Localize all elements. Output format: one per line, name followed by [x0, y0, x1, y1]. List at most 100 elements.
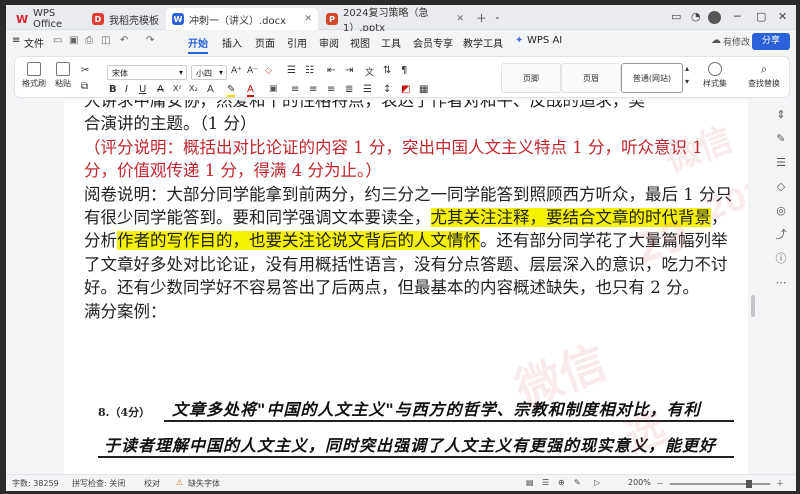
align-right-icon[interactable]: ≡	[327, 84, 335, 95]
print-icon[interactable]: ⎙	[85, 35, 93, 46]
justify-icon[interactable]: ≣	[345, 84, 353, 95]
menu-wps-ai[interactable]: WPS AI	[527, 35, 562, 46]
tab-pptx[interactable]: P 2024复习策略（急1）.pptx ✕	[320, 8, 470, 34]
redo-icon[interactable]: ↷	[146, 35, 154, 46]
tab-docer[interactable]: D 我稻壳模板	[86, 8, 174, 30]
menu-teaching-tools[interactable]: 教学工具	[463, 35, 503, 50]
scrollbar-thumb[interactable]	[751, 295, 755, 317]
italic-icon[interactable]: I	[125, 84, 128, 95]
view-outline-icon[interactable]: ☰	[542, 478, 549, 487]
char-border-icon[interactable]: ▣	[269, 84, 278, 94]
tab-wps-office[interactable]: W WPS Office	[10, 8, 72, 30]
style-header[interactable]: 页眉	[561, 63, 621, 93]
format-painter-button[interactable]: 格式刷	[21, 62, 47, 89]
maximize-icon[interactable]: ▢	[756, 10, 766, 23]
strikethrough-icon[interactable]: A	[157, 84, 164, 95]
font-family-select[interactable]: 宋体 ▾	[107, 65, 187, 80]
menu-insert[interactable]: 插入	[222, 35, 242, 50]
menu-file[interactable]: 文件	[24, 35, 44, 50]
style-scroll-up-icon[interactable]: ▴	[685, 64, 689, 73]
document-body[interactable]: 大讲求中庸安协，然爱和干的性格特点，表达了作者对和平、反战的追求，契 合演讲的主题…	[84, 100, 734, 323]
sidebar-pen-icon[interactable]: ✎	[774, 132, 788, 146]
missing-font-button[interactable]: 缺失字体	[188, 478, 220, 489]
menu-tools[interactable]: 工具	[381, 35, 401, 50]
underline-icon[interactable]: U	[139, 84, 146, 95]
sidebar-share-icon[interactable]: ⤴	[774, 228, 788, 242]
show-marks-icon[interactable]: ¶	[401, 65, 407, 76]
close-window-icon[interactable]: ✕	[778, 10, 787, 23]
shrink-font-icon[interactable]: A⁻	[247, 66, 258, 76]
zoom-slider[interactable]	[670, 483, 770, 485]
minimize-icon[interactable]: ─	[734, 10, 741, 23]
indent-decrease-icon[interactable]: ⇤	[327, 65, 335, 76]
close-icon[interactable]: ✕	[304, 14, 312, 24]
paste-button[interactable]: 粘贴	[51, 62, 75, 89]
zoom-level[interactable]: 200%	[628, 478, 651, 487]
chevron-down-icon[interactable]: ⌄	[494, 12, 501, 21]
proofread-button[interactable]: 校对	[144, 478, 160, 489]
document-page[interactable]: 大讲求中庸安协，然爱和干的性格特点，表达了作者对和平、反战的追求，契 合演讲的主题…	[64, 100, 748, 474]
zoom-in-icon[interactable]: ＋	[776, 478, 784, 489]
find-replace-button[interactable]: ⌕ 查找替换	[743, 62, 785, 89]
numbering-icon[interactable]: ☷	[305, 65, 314, 76]
style-scroll-down-icon[interactable]: ▾	[685, 77, 689, 86]
indent-increase-icon[interactable]: ⇥	[345, 65, 353, 76]
avatar[interactable]	[708, 11, 721, 24]
font-size-select[interactable]: 小四 ▾	[191, 65, 227, 80]
tab-active-docx[interactable]: W 冲刺一（讲义）.docx ✕	[166, 8, 318, 30]
view-web-icon[interactable]: ⊕	[558, 478, 565, 487]
bullets-icon[interactable]: ☰	[287, 65, 296, 76]
word-count[interactable]: 字数: 38259	[12, 478, 59, 489]
clear-format-icon[interactable]: ◇	[265, 66, 272, 76]
new-tab-icon[interactable]: ＋	[476, 10, 487, 26]
sidebar-collapse-icon[interactable]: ⇕	[774, 108, 788, 122]
save-icon[interactable]: ▣	[69, 35, 78, 46]
sidebar-more-icon[interactable]: ⋯	[774, 276, 788, 290]
open-folder-icon[interactable]: ▭	[53, 35, 62, 46]
distribute-icon[interactable]: ☰	[363, 84, 372, 95]
align-center-icon[interactable]: ≡	[309, 84, 317, 95]
window-list-icon[interactable]: ▭	[671, 10, 681, 23]
view-write-icon[interactable]: ✎	[574, 478, 581, 487]
superscript-icon[interactable]: X²	[173, 84, 182, 93]
highlight-icon[interactable]: ✎	[227, 84, 236, 97]
undo-icon[interactable]: ↶	[120, 35, 128, 46]
zoom-out-icon[interactable]: －	[656, 478, 664, 489]
copy-icon[interactable]: ⧉	[81, 81, 88, 92]
sidebar-shape-icon[interactable]: ◇	[774, 180, 788, 194]
style-footer[interactable]: 页脚	[501, 63, 561, 93]
subscript-icon[interactable]: X₂	[189, 84, 198, 93]
read-mode-icon[interactable]: ▷	[594, 478, 600, 487]
cut-icon[interactable]: ✂	[81, 65, 89, 76]
menu-page[interactable]: 页面	[255, 35, 275, 50]
changes-status[interactable]: 有修改	[723, 35, 750, 48]
menu-home[interactable]: 开始	[188, 35, 208, 54]
skin-icon[interactable]: ◔	[691, 10, 701, 23]
close-icon[interactable]: ✕	[456, 14, 464, 24]
sidebar-adjust-icon[interactable]: ☰	[774, 156, 788, 170]
bold-icon[interactable]: B	[109, 84, 117, 95]
shading-icon[interactable]: ◩	[401, 84, 410, 95]
sort-icon[interactable]: ⇅	[383, 65, 391, 76]
zoom-slider-thumb[interactable]	[746, 480, 752, 488]
share-button[interactable]: 分享	[752, 33, 790, 50]
spell-check-status[interactable]: 拼写检查: 关闭	[72, 478, 125, 489]
style-set-button[interactable]: 样式集	[695, 62, 735, 89]
view-page-icon[interactable]: ▤	[526, 478, 534, 487]
font-color-icon[interactable]: A	[247, 84, 254, 97]
style-normal-web[interactable]: 普通(网站)	[621, 63, 683, 93]
chinese-layout-icon[interactable]: 文	[365, 65, 374, 78]
menu-member[interactable]: 会员专享	[413, 35, 453, 50]
grow-font-icon[interactable]: A⁺	[231, 66, 242, 76]
align-left-icon[interactable]: ≡	[291, 84, 299, 95]
line-spacing-icon[interactable]: ↕	[383, 84, 391, 95]
menu-review[interactable]: 审阅	[319, 35, 339, 50]
preview-icon[interactable]: ◫	[101, 35, 110, 46]
menu-references[interactable]: 引用	[287, 35, 307, 50]
sidebar-compass-icon[interactable]: ◎	[774, 204, 788, 218]
borders-icon[interactable]: ▦	[419, 84, 428, 95]
sidebar-info-icon[interactable]: ⓘ	[774, 252, 788, 266]
hamburger-icon[interactable]: ≡	[12, 35, 20, 46]
menu-view[interactable]: 视图	[350, 35, 370, 50]
text-effect-icon[interactable]: A	[207, 84, 214, 95]
